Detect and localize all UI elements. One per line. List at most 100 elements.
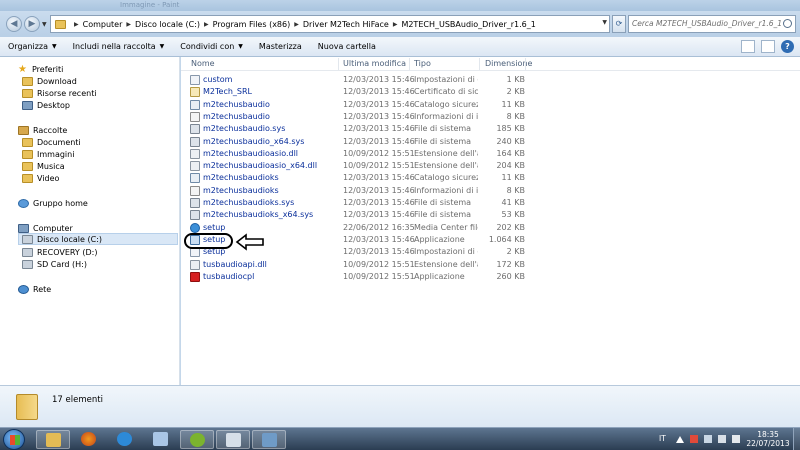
column-divider[interactable] bbox=[409, 58, 410, 70]
internet-explorer-icon bbox=[117, 432, 132, 446]
show-desktop-button[interactable] bbox=[793, 428, 800, 450]
breadcrumb-separator-icon[interactable]: ▶ bbox=[204, 21, 209, 28]
file-row[interactable]: m2techusbaudio 12/03/2013 15:46 Informazio… bbox=[181, 111, 800, 123]
taskbar-app-window[interactable] bbox=[144, 430, 178, 449]
clock[interactable]: 18:35 22/07/2013 bbox=[744, 430, 792, 448]
chevron-down-icon: ▼ bbox=[159, 43, 165, 50]
breadcrumb-driver-m2tech[interactable]: Driver M2Tech HiFace bbox=[303, 20, 389, 29]
breadcrumb-separator-icon[interactable]: ▶ bbox=[393, 21, 398, 28]
taskbar-ie[interactable] bbox=[108, 430, 142, 449]
nav-music[interactable]: Musica bbox=[22, 160, 65, 172]
clock-time: 18:35 bbox=[757, 430, 779, 439]
file-row[interactable]: setup12/03/2013 15:46Impostazioni di co.… bbox=[181, 246, 800, 258]
column-divider[interactable] bbox=[525, 58, 526, 70]
file-row[interactable]: m2techusbaudio.sys 12/03/2013 15:46 File d… bbox=[181, 123, 800, 135]
taskbar-firefox[interactable] bbox=[72, 430, 106, 449]
breadcrumb-disco-locale[interactable]: Disco locale (C:) bbox=[135, 20, 200, 29]
view-options-icon[interactable] bbox=[741, 40, 755, 53]
network-status-icon[interactable] bbox=[704, 435, 712, 443]
nav-desktop-label: Desktop bbox=[37, 100, 70, 110]
taskbar-image-viewer[interactable] bbox=[252, 430, 286, 449]
homegroup-icon bbox=[18, 198, 29, 208]
file-name: m2techusbaudio bbox=[203, 111, 270, 121]
back-button[interactable]: ◀ bbox=[6, 16, 22, 32]
taskbar-explorer[interactable] bbox=[36, 430, 70, 449]
breadcrumb-separator-icon[interactable]: ▶ bbox=[74, 21, 79, 28]
nav-favorites-label: Preferiti bbox=[32, 64, 64, 74]
nav-libraries[interactable]: Raccolte bbox=[18, 124, 67, 136]
preview-pane-icon[interactable] bbox=[761, 40, 775, 53]
nav-homegroup[interactable]: Gruppo home bbox=[18, 197, 88, 209]
new-folder-button[interactable]: Nuova cartella bbox=[310, 42, 384, 51]
file-type: Estensione dell'ap... bbox=[414, 161, 478, 171]
show-hidden-icons-icon[interactable] bbox=[676, 435, 684, 443]
recent-pages-dropdown-icon[interactable]: ▼ bbox=[42, 21, 47, 28]
column-headers: Nome Ultima modifica Tipo Dimensione bbox=[181, 57, 800, 71]
address-bar[interactable]: ▶ Computer ▶ Disco locale (C:) ▶ Program… bbox=[50, 15, 610, 33]
help-icon[interactable]: ? bbox=[781, 40, 794, 53]
taskbar-paint[interactable] bbox=[216, 430, 250, 449]
taskbar-spotify[interactable] bbox=[180, 430, 214, 449]
nav-drive-c[interactable]: Disco locale (C:) bbox=[18, 233, 178, 245]
file-type-icon bbox=[190, 198, 200, 208]
nav-pictures[interactable]: Immagini bbox=[22, 148, 74, 160]
breadcrumb-separator-icon[interactable]: ▶ bbox=[294, 21, 299, 28]
start-button[interactable] bbox=[3, 429, 25, 450]
file-size: 53 KB bbox=[501, 210, 525, 220]
file-type: File di sistema bbox=[414, 198, 472, 207]
breadcrumb-program-files[interactable]: Program Files (x86) bbox=[213, 20, 291, 29]
search-input[interactable]: Cerca M2TECH_USBAudio_Driver_r1.6_1 bbox=[628, 15, 796, 33]
nav-drive-h[interactable]: SD Card (H:) bbox=[22, 258, 87, 270]
file-row[interactable]: custom 12/03/2013 15:46Impostazioni di co… bbox=[181, 74, 800, 86]
file-size: 1 KB bbox=[506, 75, 525, 84]
language-indicator[interactable]: IT bbox=[659, 434, 666, 443]
file-row[interactable]: M2Tech_SRL 12/03/2013 15:46 Certificato di… bbox=[181, 86, 800, 98]
file-name: m2techusbaudioasio.dll bbox=[203, 148, 299, 158]
column-divider[interactable] bbox=[338, 58, 339, 70]
file-row[interactable]: m2techusbaudioasio.dll 10/09/2012 15:51 Es… bbox=[181, 148, 800, 160]
nav-desktop[interactable]: Desktop bbox=[22, 99, 70, 111]
nav-network[interactable]: Rete bbox=[18, 283, 51, 295]
desktop-icon bbox=[22, 100, 33, 110]
file-row[interactable]: m2techusbaudioks.sys 12/03/2013 15:46 File… bbox=[181, 197, 800, 209]
nav-video[interactable]: Video bbox=[22, 172, 59, 184]
column-name[interactable]: Nome bbox=[191, 59, 215, 68]
nav-music-label: Musica bbox=[37, 161, 65, 171]
column-date[interactable]: Ultima modifica bbox=[343, 59, 406, 68]
file-row[interactable]: setup 22/06/2012 16:35 Media Center file 20… bbox=[181, 222, 800, 234]
file-row[interactable]: m2techusbaudioks 12/03/2013 15:46 Informaz… bbox=[181, 185, 800, 197]
file-row[interactable]: m2techusbaudioasio_x64.dll 10/09/2012 15:… bbox=[181, 160, 800, 172]
column-divider[interactable] bbox=[479, 58, 480, 70]
file-row[interactable]: m2techusbaudio 12/03/2013 15:46 Catalogo s… bbox=[181, 99, 800, 111]
organize-button[interactable]: Organizza ▼ bbox=[0, 42, 65, 51]
column-type[interactable]: Tipo bbox=[414, 59, 431, 68]
file-name: m2techusbaudio.sys bbox=[203, 124, 286, 134]
volume-icon[interactable] bbox=[732, 435, 740, 443]
burn-button[interactable]: Masterizza bbox=[251, 42, 310, 51]
nav-drive-d[interactable]: RECOVERY (D:) bbox=[22, 246, 97, 258]
title-bar[interactable]: Immagine - Paint bbox=[0, 0, 800, 11]
file-size: 260 KB bbox=[496, 271, 525, 281]
file-row[interactable]: m2techusbaudioks 12/03/2013 15:46 Catalogo… bbox=[181, 172, 800, 184]
file-row[interactable]: tusbaudioapi.dll 10/09/2012 15:51 Estensio… bbox=[181, 259, 800, 271]
file-row[interactable]: setup 12/03/2013 15:46 Applicazione 1.064 K… bbox=[181, 234, 800, 246]
breadcrumb-current-folder[interactable]: M2TECH_USBAudio_Driver_r1.6_1 bbox=[401, 20, 535, 29]
power-icon[interactable] bbox=[718, 435, 726, 443]
refresh-button[interactable]: ⟳ bbox=[612, 15, 626, 33]
nav-favorites[interactable]: ★ Preferiti bbox=[18, 63, 63, 75]
address-dropdown-icon[interactable]: ▼ bbox=[602, 19, 607, 26]
file-row[interactable]: m2techusbaudio_x64.sys 12/03/2013 15:46 Fi… bbox=[181, 136, 800, 148]
file-row[interactable]: m2techusbaudioks_x64.sys 12/03/2013 15:46… bbox=[181, 209, 800, 221]
nav-documents[interactable]: Documenti bbox=[22, 136, 81, 148]
forward-button[interactable]: ▶ bbox=[24, 16, 40, 32]
nav-download[interactable]: Download bbox=[22, 75, 77, 87]
share-with-button[interactable]: Condividi con ▼ bbox=[172, 42, 251, 51]
search-icon[interactable] bbox=[783, 19, 792, 28]
nav-recent[interactable]: Risorse recenti bbox=[22, 87, 97, 99]
action-center-flag-icon[interactable] bbox=[690, 435, 698, 443]
breadcrumb-computer[interactable]: Computer bbox=[83, 20, 123, 29]
breadcrumb-separator-icon[interactable]: ▶ bbox=[126, 21, 131, 28]
include-in-library-button[interactable]: Includi nella raccolta ▼ bbox=[65, 42, 173, 51]
file-size: 11 KB bbox=[501, 173, 525, 183]
file-row[interactable]: tusbaudiocpl 10/09/2012 15:51 Applicazione… bbox=[181, 271, 800, 283]
